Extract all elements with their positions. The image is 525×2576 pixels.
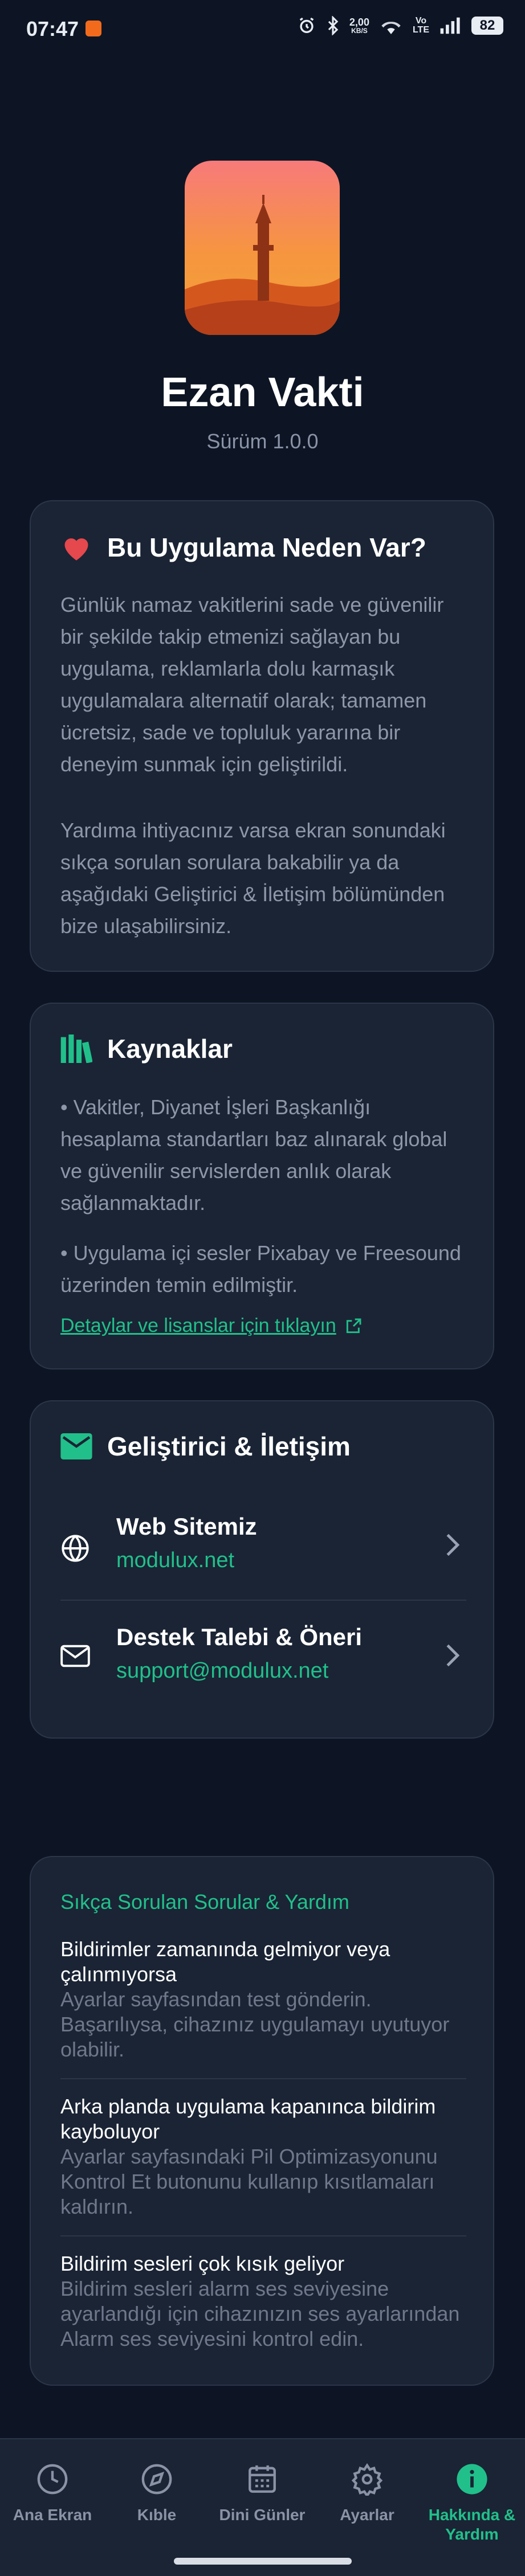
faq-card: Sıkça Sorulan Sorular & Yardım Bildiriml… [30, 1856, 494, 2386]
info-icon[interactable] [455, 2463, 489, 2496]
faq-answer-1: Ayarlar sayfasından test gönderin. Başar… [60, 1988, 450, 2061]
alarm-icon [299, 17, 314, 34]
faq-answer-3: Bildirim sesleri alarm ses seviyesine ay… [60, 2277, 460, 2350]
website-url[interactable]: modulux.net [116, 1548, 234, 1573]
faq-divider [60, 2235, 466, 2236]
nav-home[interactable]: Ana Ekran [1, 2462, 104, 2525]
bottom-navigation: Ana Ekran Kıble Dini Günler Ayarlar Hakk… [0, 2438, 525, 2576]
sources-card-header: Kaynaklar [60, 1033, 233, 1064]
external-link-icon[interactable] [344, 1317, 363, 1335]
about-paragraph-1: Günlük namaz vakitlerini sade ve güvenil… [60, 593, 444, 776]
calendar-icon[interactable] [246, 2463, 279, 2496]
faq-title: Sıkça Sorulan Sorular & Yardım [60, 1890, 349, 1913]
nav-religious-days[interactable]: Dini Günler [211, 2462, 314, 2525]
home-indicator[interactable] [174, 2558, 352, 2565]
licenses-link-label[interactable]: Detaylar ve lisanslar için tıklayın [60, 1315, 336, 1337]
heart-icon [64, 538, 88, 561]
website-title[interactable]: Web Sitemiz [116, 1513, 257, 1540]
faq-divider [60, 2078, 466, 2079]
envelope-icon [60, 1645, 90, 1667]
faq-question-1: Bildirimler zamanında gelmiyor veya çalı… [60, 1937, 390, 1986]
contact-title: Geliştirici & İletişim [107, 1432, 351, 1461]
website-row[interactable]: Web Sitemiz modulux.net [60, 1502, 466, 1587]
nav-about-help[interactable]: Hakkında & Yardım [421, 2462, 523, 2544]
contact-card: Geliştirici & İletişim Web Sitemiz modul… [30, 1400, 494, 1739]
gear-icon[interactable] [351, 2463, 384, 2496]
support-email[interactable]: support@modulux.net [116, 1659, 328, 1683]
sources-item-1: • Vakitler, Diyanet İşleri Başkanlığı he… [60, 1095, 447, 1215]
bluetooth-icon [328, 16, 339, 35]
nav-qibla[interactable]: Kıble [105, 2462, 208, 2525]
mail-icon [60, 1433, 92, 1459]
licenses-link[interactable]: Detaylar ve lisanslar için tıklayın [60, 1315, 363, 1337]
nav-settings-label[interactable]: Ayarlar [316, 2505, 418, 2525]
faq-question-2: Arka planda uygulama kapanınca bildirim … [60, 2095, 436, 2143]
library-icon [60, 1035, 92, 1063]
about-paragraph-2: Yardıma ihtiyacınız varsa ekran sonundak… [60, 819, 446, 938]
status-time: 07:47 [26, 17, 79, 40]
faq-answer-2: Ayarlar sayfasındaki Pil Optimizasyonunu… [60, 2145, 438, 2218]
wifi-icon [381, 22, 401, 34]
nav-qibla-label[interactable]: Kıble [105, 2505, 208, 2525]
faq-question-3: Bildirim sesleri çok kısık geliyor [60, 2252, 345, 2275]
globe-icon [62, 1535, 89, 1562]
app-logo [185, 161, 340, 335]
support-title[interactable]: Destek Talebi & Öneri [116, 1624, 362, 1651]
compass-icon[interactable] [140, 2463, 173, 2496]
about-card: Bu Uygulama Neden Var? Günlük namaz vaki… [30, 500, 494, 972]
sources-title: Kaynaklar [107, 1034, 233, 1064]
contact-divider [60, 1600, 466, 1601]
chevron-right-icon[interactable] [445, 1643, 461, 1668]
sources-card: Kaynaklar • Vakitler, Diyanet İşleri Baş… [30, 1003, 494, 1369]
network-speed: 2,00 KB/S [349, 17, 369, 35]
nav-settings[interactable]: Ayarlar [316, 2462, 418, 2525]
sources-item-2: • Uygulama içi sesler Pixabay ve Freesou… [60, 1241, 461, 1297]
support-row[interactable]: Destek Talebi & Öneri support@modulux.ne… [60, 1612, 466, 1698]
app-title: Ezan Vakti [161, 370, 364, 415]
nav-about-help-label[interactable]: Hakkında & Yardım [421, 2505, 523, 2544]
contact-card-header: Geliştirici & İletişim [60, 1431, 351, 1462]
nav-religious-days-label[interactable]: Dini Günler [211, 2505, 314, 2525]
about-title: Bu Uygulama Neden Var? [107, 533, 426, 562]
status-bar: 07:47 2,00 KB/S Vo LTE 82 [0, 0, 525, 59]
app-version: Sürüm 1.0.0 [206, 430, 319, 453]
volte-indicator: Vo LTE [412, 16, 429, 35]
chevron-right-icon[interactable] [445, 1532, 461, 1557]
battery-indicator: 82 [471, 17, 503, 35]
clock-icon[interactable] [36, 2463, 69, 2496]
notification-icon [86, 21, 101, 36]
about-card-header: Bu Uygulama Neden Var? [60, 532, 426, 563]
status-icons: 2,00 KB/S Vo LTE 82 [297, 16, 503, 35]
nav-home-label[interactable]: Ana Ekran [1, 2505, 104, 2525]
signal-icon [440, 17, 460, 34]
